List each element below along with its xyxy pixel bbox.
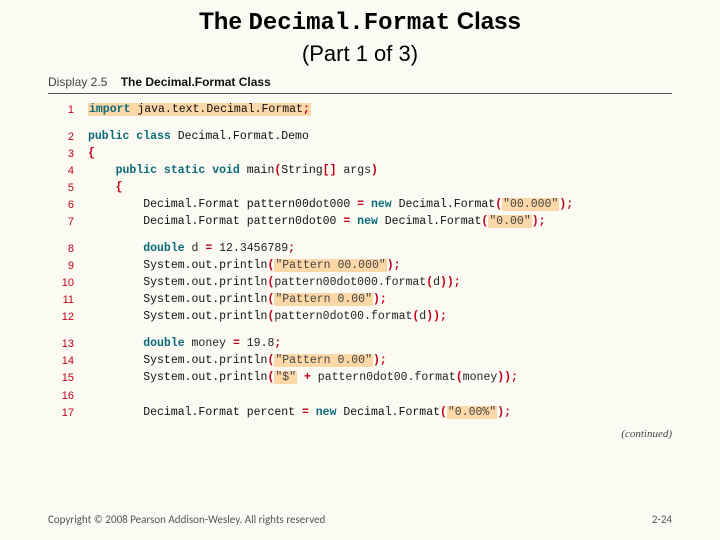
code-line: 14 System.out.println("Pattern 0.00"); bbox=[48, 353, 672, 370]
code-line: 10 System.out.println(pattern00dot000.fo… bbox=[48, 275, 672, 292]
code-line: 2public class Decimal.Format.Demo bbox=[48, 129, 672, 146]
code-text: import java.text.Decimal.Format; bbox=[88, 102, 311, 119]
code-line: 5 { bbox=[48, 180, 672, 197]
code-text bbox=[88, 388, 143, 405]
code-line: 6 Decimal.Format pattern00dot000 = new D… bbox=[48, 197, 672, 214]
code-line: 7 Decimal.Format pattern0dot00 = new Dec… bbox=[48, 214, 672, 231]
line-number: 11 bbox=[48, 292, 88, 309]
code-text: Decimal.Format pattern00dot000 = new Dec… bbox=[88, 197, 573, 214]
line-number: 10 bbox=[48, 275, 88, 292]
code-line: 1import java.text.Decimal.Format; bbox=[48, 102, 672, 119]
code-line: 12 System.out.println(pattern0dot00.form… bbox=[48, 309, 672, 326]
line-number: 4 bbox=[48, 163, 88, 180]
line-number: 16 bbox=[48, 388, 88, 405]
continued-label: (continued) bbox=[0, 422, 720, 440]
code-text: public static void main(String[] args) bbox=[88, 163, 378, 180]
code-line: 9 System.out.println("Pattern 00.000"); bbox=[48, 258, 672, 275]
code-text: double d = 12.3456789; bbox=[88, 241, 295, 258]
line-number: 15 bbox=[48, 370, 88, 387]
code-text: System.out.println(pattern0dot00.format(… bbox=[88, 309, 447, 326]
page-number: 2-24 bbox=[652, 513, 672, 526]
line-number: 7 bbox=[48, 214, 88, 231]
code-line: 3{ bbox=[48, 146, 672, 163]
slide-subtitle: (Part 1 of 3) bbox=[0, 41, 720, 67]
line-number: 12 bbox=[48, 309, 88, 326]
code-line: 13 double money = 19.8; bbox=[48, 336, 672, 353]
code-text: public class Decimal.Format.Demo bbox=[88, 129, 309, 146]
code-line: 17 Decimal.Format percent = new Decimal.… bbox=[48, 405, 672, 422]
code-text: { bbox=[88, 146, 95, 163]
line-number: 1 bbox=[48, 102, 88, 119]
line-number: 3 bbox=[48, 146, 88, 163]
code-listing: 1import java.text.Decimal.Format;2public… bbox=[48, 102, 672, 422]
line-number: 14 bbox=[48, 353, 88, 370]
line-number: 8 bbox=[48, 241, 88, 258]
code-text: System.out.println("$" + pattern0dot00.f… bbox=[88, 370, 518, 387]
code-text: double money = 19.8; bbox=[88, 336, 281, 353]
line-number: 17 bbox=[48, 405, 88, 422]
code-text: System.out.println("Pattern 0.00"); bbox=[88, 353, 387, 370]
copyright-text: Copyright © 2008 Pearson Addison-Wesley.… bbox=[48, 513, 325, 526]
line-number: 6 bbox=[48, 197, 88, 214]
code-line: 16 bbox=[48, 388, 672, 405]
divider bbox=[48, 93, 672, 94]
code-text: { bbox=[88, 180, 123, 197]
footer: Copyright © 2008 Pearson Addison-Wesley.… bbox=[48, 513, 672, 526]
title-class: Decimal.Format bbox=[248, 10, 450, 37]
code-line: 8 double d = 12.3456789; bbox=[48, 241, 672, 258]
display-label: Display 2.5 bbox=[48, 75, 107, 89]
code-line: 11 System.out.println("Pattern 0.00"); bbox=[48, 292, 672, 309]
content-area: Display 2.5 The Decimal.Format Class 1im… bbox=[0, 67, 720, 422]
title-post: Class bbox=[450, 8, 521, 35]
code-text: System.out.println(pattern00dot000.forma… bbox=[88, 275, 461, 292]
code-line: 15 System.out.println("$" + pattern0dot0… bbox=[48, 370, 672, 387]
display-caption: The Decimal.Format Class bbox=[121, 75, 271, 89]
display-heading: Display 2.5 The Decimal.Format Class bbox=[48, 75, 672, 93]
code-line: 4 public static void main(String[] args) bbox=[48, 163, 672, 180]
title-pre: The bbox=[199, 8, 248, 35]
code-text: Decimal.Format percent = new Decimal.For… bbox=[88, 405, 511, 422]
line-number: 9 bbox=[48, 258, 88, 275]
line-number: 13 bbox=[48, 336, 88, 353]
line-number: 2 bbox=[48, 129, 88, 146]
code-text: System.out.println("Pattern 0.00"); bbox=[88, 292, 387, 309]
code-text: Decimal.Format pattern0dot00 = new Decim… bbox=[88, 214, 546, 231]
line-number: 5 bbox=[48, 180, 88, 197]
slide-title: The Decimal.Format Class bbox=[0, 0, 720, 39]
code-text: System.out.println("Pattern 00.000"); bbox=[88, 258, 401, 275]
